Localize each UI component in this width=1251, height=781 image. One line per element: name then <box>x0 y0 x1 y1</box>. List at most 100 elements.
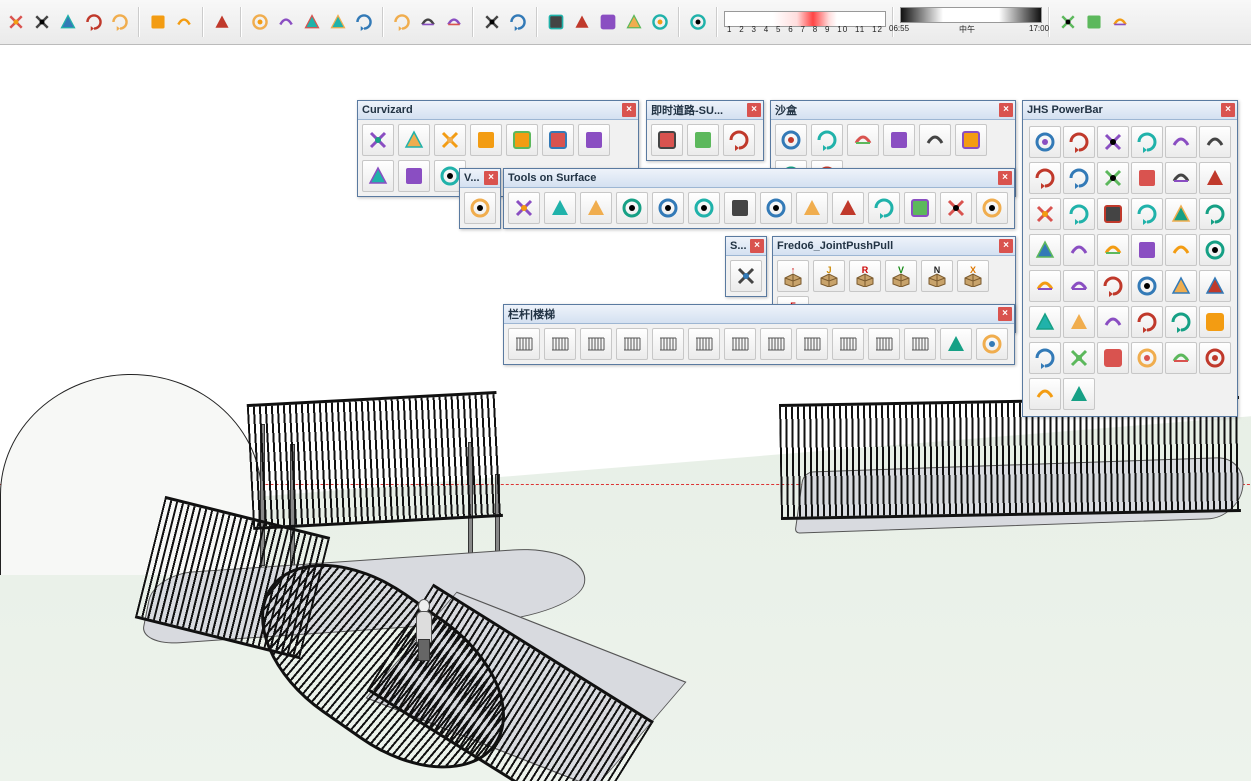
pb-cycle[interactable] <box>1029 306 1061 338</box>
road-swirl[interactable] <box>651 124 683 156</box>
text-a1-icon[interactable] <box>146 10 170 34</box>
pb-box-green[interactable] <box>1063 342 1095 374</box>
red-sun-icon[interactable] <box>4 10 28 34</box>
close-icon[interactable]: × <box>998 171 1012 185</box>
panel-title[interactable]: 栏杆|楼梯 × <box>504 305 1014 324</box>
sheet-grey2-icon[interactable] <box>648 10 672 34</box>
sand-extrude[interactable] <box>919 124 951 156</box>
road-oval[interactable] <box>723 124 755 156</box>
pb-dots-red[interactable] <box>1131 198 1163 230</box>
pb-sheet-brown[interactable] <box>1029 342 1061 374</box>
curvi-blue-open[interactable] <box>362 160 394 192</box>
tag-icon[interactable] <box>172 10 196 34</box>
rail-8[interactable] <box>760 328 792 360</box>
jpp-j[interactable]: J <box>813 260 845 292</box>
sand-stamp[interactable] <box>883 124 915 156</box>
tos-rect[interactable] <box>580 192 612 224</box>
jpp-v[interactable]: V <box>885 260 917 292</box>
curvi-yellow-red[interactable] <box>506 124 538 156</box>
pb-flag[interactable] <box>1199 162 1231 194</box>
rail-11[interactable] <box>868 328 900 360</box>
close-icon[interactable]: × <box>999 239 1013 253</box>
panel-title[interactable]: V... × <box>460 169 500 188</box>
box-grey-icon[interactable] <box>506 10 530 34</box>
magnify-icon[interactable] <box>300 10 324 34</box>
rail-10[interactable] <box>832 328 864 360</box>
pb-grid-y1[interactable] <box>1097 342 1129 374</box>
panel-instant-road[interactable]: 即时道路-SU... × <box>646 100 764 161</box>
tos-circle[interactable] <box>616 192 648 224</box>
tos-arc[interactable] <box>760 192 792 224</box>
pb-angle[interactable] <box>1097 198 1129 230</box>
pb-swirl-orange2[interactable] <box>1063 162 1095 194</box>
diamond-yellow-icon[interactable] <box>210 10 234 34</box>
book-brown-icon[interactable] <box>442 10 466 34</box>
pb-plus-red[interactable] <box>1199 198 1231 230</box>
pb-wave[interactable] <box>1097 162 1129 194</box>
pb-box[interactable] <box>1165 126 1197 158</box>
pb-star-red[interactable] <box>1029 126 1061 158</box>
rotate-left-green-icon[interactable] <box>248 10 272 34</box>
sand-arrow-red[interactable] <box>847 124 879 156</box>
pb-undo-red[interactable] <box>1131 270 1163 302</box>
curvi-blue[interactable] <box>578 124 610 156</box>
sheet-blue-icon[interactable] <box>544 10 568 34</box>
rail-1[interactable] <box>508 328 540 360</box>
pb-grid-y3[interactable] <box>1165 342 1197 374</box>
rail-4[interactable] <box>616 328 648 360</box>
sheet-grey1-icon[interactable] <box>596 10 620 34</box>
pb-bug-green[interactable] <box>1165 270 1197 302</box>
rail-wand[interactable] <box>940 328 972 360</box>
pb-square-red[interactable] <box>1131 162 1163 194</box>
rail-3[interactable] <box>580 328 612 360</box>
close-icon[interactable]: × <box>999 103 1013 117</box>
tos-diamond[interactable] <box>976 192 1008 224</box>
panel-title[interactable]: S... × <box>726 237 766 256</box>
rail-5[interactable] <box>652 328 684 360</box>
sand-grid[interactable] <box>775 124 807 156</box>
cross-arrows-icon[interactable] <box>326 10 350 34</box>
pb-lens[interactable] <box>1063 306 1095 338</box>
pb-box-blue[interactable] <box>1165 306 1197 338</box>
tos-offset[interactable] <box>940 192 972 224</box>
curvi-green-open[interactable] <box>542 124 574 156</box>
sand-flip[interactable] <box>955 124 987 156</box>
pb-grid-y2[interactable] <box>1131 342 1163 374</box>
rail-6[interactable] <box>688 328 720 360</box>
shadow-toggle-icon[interactable] <box>686 10 710 34</box>
jpp-x[interactable]: X <box>957 260 989 292</box>
jpp-r[interactable]: R <box>849 260 881 292</box>
pb-dots-blue[interactable] <box>1097 234 1129 266</box>
pb-brick[interactable] <box>1029 198 1061 230</box>
rail-7[interactable] <box>724 328 756 360</box>
tos-parallelogram[interactable] <box>724 192 756 224</box>
panel-title[interactable]: Tools on Surface × <box>504 169 1014 188</box>
red-box-icon[interactable] <box>82 10 106 34</box>
pb-grid-green[interactable] <box>1029 234 1061 266</box>
tos-oval[interactable] <box>688 192 720 224</box>
pb-blank[interactable] <box>1199 342 1231 374</box>
tos-square-blue[interactable] <box>868 192 900 224</box>
close-icon[interactable]: × <box>747 103 761 117</box>
panel-title[interactable]: Curvizard × <box>358 101 638 120</box>
pb-bricks[interactable] <box>1063 198 1095 230</box>
panel-railing[interactable]: 栏杆|楼梯 × <box>503 304 1015 365</box>
sheet-white-icon[interactable] <box>570 10 594 34</box>
close-icon[interactable]: × <box>622 103 636 117</box>
rail-2[interactable] <box>544 328 576 360</box>
sand-smooth[interactable] <box>811 124 843 156</box>
tos-freehand[interactable] <box>508 192 540 224</box>
magnify-red-icon[interactable] <box>352 10 376 34</box>
panel-v[interactable]: V... × <box>459 168 501 229</box>
road-oval-set[interactable] <box>687 124 719 156</box>
pb-dots-red2[interactable] <box>1165 198 1197 230</box>
jpp-n[interactable]: N <box>921 260 953 292</box>
curvi-green[interactable] <box>398 124 430 156</box>
pb-squares[interactable] <box>1199 270 1231 302</box>
s-arc-black[interactable] <box>730 260 762 292</box>
pb-cubes-blue[interactable] <box>1199 306 1231 338</box>
curvi-green-x[interactable] <box>398 160 430 192</box>
panel-title[interactable]: JHS PowerBar × <box>1023 101 1237 120</box>
pb-diamond[interactable] <box>1131 126 1163 158</box>
pb-box2[interactable] <box>1199 126 1231 158</box>
